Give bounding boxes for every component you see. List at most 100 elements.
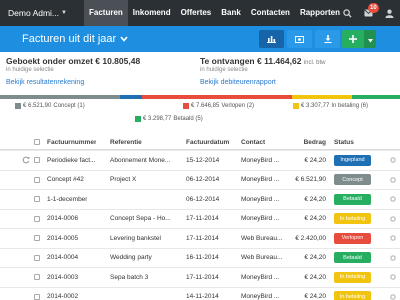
row-checkbox[interactable] bbox=[34, 293, 40, 300]
invoice-reference: Levering bankstel bbox=[110, 234, 161, 242]
invoice-date: 17-11-2014 bbox=[186, 234, 219, 242]
legend-item-in-betaling[interactable]: € 3.307,77 In betaling (6) bbox=[293, 103, 368, 109]
brand-name: Demo Admi... bbox=[8, 8, 60, 18]
plus-icon bbox=[349, 30, 357, 48]
invoice-contact: MoneyBird ... bbox=[241, 273, 280, 281]
invoice-number: 2014-0003 bbox=[47, 273, 79, 281]
legend-amount: € 3.298,77 bbox=[143, 116, 172, 122]
table-row[interactable]: 1-1-december 06-12-2014 MoneyBird ... € … bbox=[0, 189, 400, 209]
column-header-contact[interactable]: Contact bbox=[241, 135, 265, 149]
status-badge: Betaald bbox=[334, 252, 371, 264]
select-all-checkbox[interactable] bbox=[34, 135, 40, 149]
nav-item-inkomend[interactable]: Inkomend bbox=[128, 0, 176, 26]
invoice-amount: € 24,20 bbox=[304, 215, 326, 223]
download-button[interactable] bbox=[315, 30, 340, 48]
user-icon[interactable] bbox=[379, 0, 400, 26]
page-title: Facturen uit dit jaar bbox=[22, 33, 117, 45]
invoice-date: 06-12-2014 bbox=[186, 176, 220, 184]
invoice-amount: € 24,20 bbox=[304, 156, 326, 164]
row-checkbox[interactable] bbox=[34, 176, 40, 183]
nav-item-contacten[interactable]: Contacten bbox=[246, 0, 295, 26]
checkbox[interactable] bbox=[34, 139, 40, 145]
table-row[interactable]: 2014-0002 14-11-2014 MoneyBird ... € 24,… bbox=[0, 286, 400, 300]
invoice-reference: Concept Sepa - Ho... bbox=[110, 215, 171, 223]
revenue-total: Geboekt onder omzet € 10.805,48 bbox=[6, 56, 140, 66]
invoice-date: 14-11-2014 bbox=[186, 293, 219, 300]
row-checkbox[interactable] bbox=[34, 196, 40, 203]
row-menu-icon[interactable] bbox=[390, 210, 396, 229]
debtors-report-link[interactable]: Bekijk debiteurenrapport bbox=[200, 79, 326, 86]
column-header-date[interactable]: Factuurdatum bbox=[186, 135, 229, 149]
invoice-reference: Wedding party bbox=[110, 254, 152, 262]
nav-item-bank[interactable]: Bank bbox=[216, 0, 246, 26]
column-header-reference[interactable]: Referentie bbox=[110, 135, 142, 149]
invoice-amount: € 6.521,90 bbox=[295, 176, 326, 184]
legend-label: Verlopen (2) bbox=[221, 103, 255, 109]
column-header-amount[interactable]: Bedrag bbox=[296, 135, 326, 149]
column-header-number[interactable]: Factuurnummer bbox=[47, 135, 96, 149]
invoice-amount: € 24,20 bbox=[304, 293, 326, 300]
money-button[interactable] bbox=[287, 30, 312, 48]
bar-segment-ingepland bbox=[120, 95, 142, 99]
caret-down-icon: ▼ bbox=[61, 10, 67, 16]
invoice-contact: MoneyBird ... bbox=[241, 293, 280, 300]
legend-item-concept[interactable]: € 6.521,90 Concept (1) bbox=[15, 103, 85, 109]
nav-item-offertes[interactable]: Offertes bbox=[176, 0, 217, 26]
status-badge: Concept bbox=[334, 174, 371, 186]
row-checkbox[interactable] bbox=[34, 157, 40, 164]
invoice-number: 2014-0006 bbox=[47, 215, 79, 223]
table-row[interactable]: 2014-0006 Concept Sepa - Ho... 17-11-201… bbox=[0, 208, 400, 229]
table-row[interactable]: 2014-0004 Wedding party 16-11-2014 Web B… bbox=[0, 247, 400, 268]
page-header: Facturen uit dit jaar bbox=[0, 26, 400, 52]
invoice-amount: € 24,20 bbox=[304, 254, 326, 262]
row-menu-icon[interactable] bbox=[390, 171, 396, 190]
row-checkbox[interactable] bbox=[34, 254, 40, 261]
legend-label: Concept (1) bbox=[53, 103, 85, 109]
table-row[interactable]: Concept #42 Project X 06-12-2014 MoneyBi… bbox=[0, 169, 400, 190]
status-badge: In betaling bbox=[334, 271, 371, 283]
row-menu-icon[interactable] bbox=[390, 229, 396, 248]
receivable-subtext: in huidige selectie bbox=[200, 67, 248, 73]
row-checkbox[interactable] bbox=[34, 215, 40, 222]
administration-switcher[interactable]: Demo Admi... ▼ bbox=[0, 8, 84, 18]
legend-item-verlopen[interactable]: € 7.646,85 Verlopen (2) bbox=[183, 103, 254, 109]
invoice-number: Concept #42 bbox=[47, 176, 84, 184]
row-checkbox[interactable] bbox=[34, 274, 40, 281]
status-badge: In betaling bbox=[334, 213, 371, 225]
row-menu-icon[interactable] bbox=[390, 151, 396, 170]
revenue-subtext: in huidige selectie bbox=[6, 67, 54, 73]
download-icon bbox=[324, 30, 332, 48]
add-invoice-button[interactable] bbox=[342, 30, 364, 48]
receivable-total: Te ontvangen € 11.464,62 incl. btw bbox=[200, 56, 326, 66]
search-icon[interactable] bbox=[337, 0, 358, 26]
page-title-dropdown[interactable]: Facturen uit dit jaar bbox=[0, 33, 128, 45]
nav-icon-group: 10 bbox=[337, 0, 400, 26]
bar-chart-button[interactable] bbox=[259, 30, 284, 48]
row-menu-icon[interactable] bbox=[390, 249, 396, 268]
nav-item-facturen[interactable]: Facturen bbox=[84, 0, 128, 26]
column-header-status[interactable]: Status bbox=[334, 135, 354, 149]
row-checkbox[interactable] bbox=[34, 235, 40, 242]
invoice-amount: € 2.420,00 bbox=[295, 234, 326, 242]
legend-amount: € 3.307,77 bbox=[301, 103, 330, 109]
table-row[interactable]: 2014-0003 Sepa batch 3 17-11-2014 MoneyB… bbox=[0, 267, 400, 287]
invoice-contact: MoneyBird ... bbox=[241, 176, 280, 184]
invoice-number: 2014-0005 bbox=[47, 234, 79, 242]
row-menu-icon[interactable] bbox=[390, 288, 396, 300]
row-menu-icon[interactable] bbox=[390, 190, 396, 209]
invoice-date: 06-12-2014 bbox=[186, 195, 220, 203]
table-row[interactable]: Periodieke fact... Abonnement Mone... 15… bbox=[0, 150, 400, 170]
invoice-reference: Abonnement Mone... bbox=[110, 156, 171, 164]
legend-item-betaald[interactable]: € 3.298,77 Betaald (5) bbox=[135, 116, 203, 122]
add-options-dropdown[interactable] bbox=[364, 30, 376, 48]
status-badge: Verlopen bbox=[334, 232, 371, 244]
bar-segment-verlopen bbox=[142, 95, 292, 99]
notifications-icon[interactable]: 10 bbox=[358, 0, 379, 26]
row-menu-icon[interactable] bbox=[390, 268, 396, 287]
table-row[interactable]: 2014-0005 Levering bankstel 17-11-2014 W… bbox=[0, 228, 400, 248]
invoice-number: 1-1-december bbox=[47, 195, 88, 203]
profit-loss-link[interactable]: Bekijk resultatenrekening bbox=[6, 79, 140, 86]
receivable-summary: Te ontvangen € 11.464,62 incl. btw in hu… bbox=[200, 56, 326, 86]
status-legend: € 6.521,90 Concept (1) € 7.646,85 Verlop… bbox=[0, 101, 400, 127]
receivable-value: € 11.464,62 bbox=[257, 56, 302, 66]
